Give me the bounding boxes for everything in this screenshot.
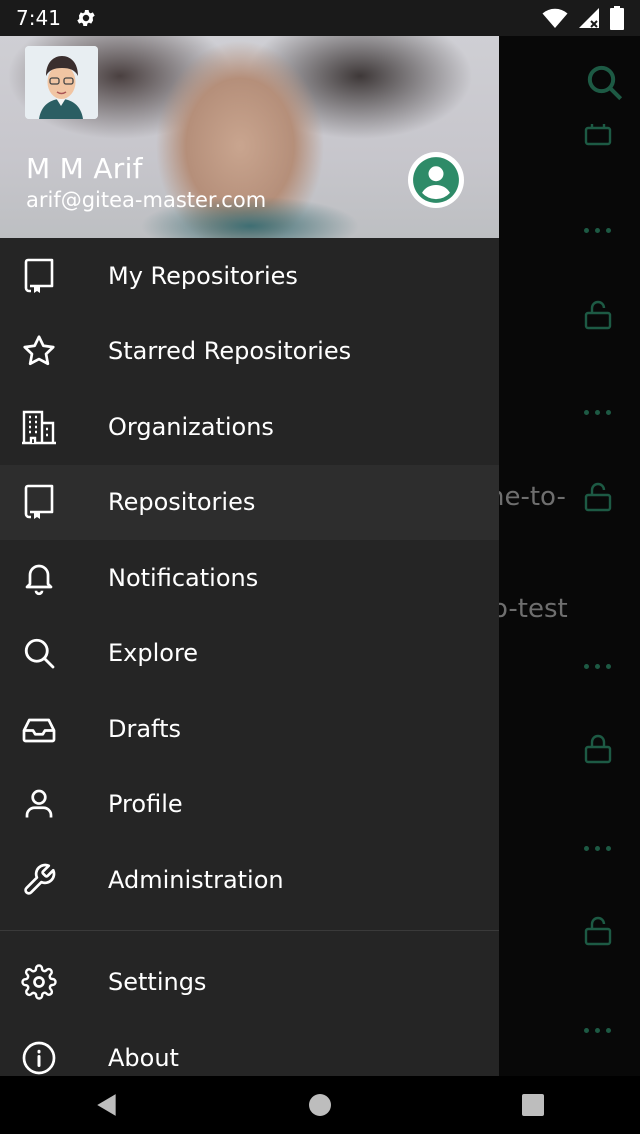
more-options-icon <box>584 410 614 416</box>
drawer-header: M M Arif arif@gitea-master.com <box>0 36 499 238</box>
building-icon <box>20 408 58 446</box>
navigation-drawer: M M Arif arif@gitea-master.com My Reposi… <box>0 36 499 1076</box>
menu-item-starred-repositories[interactable]: Starred Repositories <box>0 314 499 390</box>
more-options-icon <box>584 664 614 670</box>
avatar-image <box>25 46 98 119</box>
repository-name-partial: o-test <box>492 594 568 624</box>
home-button[interactable] <box>300 1085 340 1125</box>
avatar[interactable] <box>25 46 98 119</box>
wifi-icon <box>542 8 568 28</box>
switch-account-button[interactable] <box>408 152 464 208</box>
status-time: 7:41 <box>16 6 61 30</box>
status-indicators <box>542 6 624 30</box>
lock-open-icon <box>584 482 612 512</box>
menu-item-notifications[interactable]: Notifications <box>0 540 499 616</box>
repo-icon <box>20 257 58 295</box>
bell-icon <box>20 559 58 597</box>
gear-icon <box>20 963 58 1001</box>
menu-label: Administration <box>108 865 284 894</box>
menu-label: My Repositories <box>108 261 298 290</box>
menu-label: Profile <box>108 790 183 819</box>
star-icon <box>20 332 58 370</box>
repo-type-icon <box>584 124 612 146</box>
signal-icon <box>579 8 599 28</box>
user-icon <box>20 785 58 823</box>
user-email: arif@gitea-master.com <box>26 188 267 212</box>
lock-open-icon <box>584 300 612 330</box>
menu-item-repositories[interactable]: Repositories <box>0 464 499 540</box>
menu-item-settings[interactable]: Settings <box>0 945 499 1021</box>
menu-label: Settings <box>108 968 207 997</box>
user-full-name: M M Arif <box>26 152 143 185</box>
system-navigation-bar <box>0 1076 640 1134</box>
menu-label: Organizations <box>108 412 274 441</box>
recents-button[interactable] <box>513 1085 553 1125</box>
home-circle-icon <box>308 1094 331 1116</box>
repository-name-partial: ne-to- <box>488 482 566 512</box>
menu-item-profile[interactable]: Profile <box>0 767 499 843</box>
menu-item-explore[interactable]: Explore <box>0 616 499 692</box>
menu-divider <box>0 929 499 931</box>
info-icon <box>20 1039 58 1076</box>
menu-label: Starred Repositories <box>108 337 352 366</box>
inbox-icon <box>20 710 58 748</box>
settings-gear-status-icon <box>77 10 95 26</box>
lock-icon <box>584 734 612 764</box>
recents-square-icon <box>522 1094 545 1116</box>
menu-item-drafts[interactable]: Drafts <box>0 691 499 767</box>
menu-label: Repositories <box>108 488 256 517</box>
drawer-menu: My Repositories Starred Repositories Org… <box>0 238 499 1076</box>
more-options-icon <box>584 846 614 852</box>
menu-item-about[interactable]: About <box>0 1020 499 1076</box>
wrench-icon <box>20 861 58 899</box>
search-icon <box>587 65 623 101</box>
menu-item-administration[interactable]: Administration <box>0 842 499 918</box>
menu-label: Drafts <box>108 714 181 743</box>
search-icon <box>20 634 58 672</box>
more-options-icon <box>584 228 614 234</box>
menu-item-organizations[interactable]: Organizations <box>0 389 499 465</box>
menu-label: About <box>108 1043 179 1072</box>
more-options-icon <box>584 1028 614 1034</box>
back-button[interactable] <box>87 1085 127 1125</box>
repo-icon <box>20 483 58 521</box>
lock-open-icon <box>584 916 612 946</box>
battery-icon <box>610 6 624 30</box>
menu-item-my-repositories[interactable]: My Repositories <box>0 238 499 314</box>
back-triangle-icon <box>96 1094 116 1116</box>
menu-label: Explore <box>108 639 199 668</box>
menu-label: Notifications <box>108 563 259 592</box>
account-circle-icon <box>413 157 459 203</box>
status-bar: 7:41 <box>0 0 640 36</box>
